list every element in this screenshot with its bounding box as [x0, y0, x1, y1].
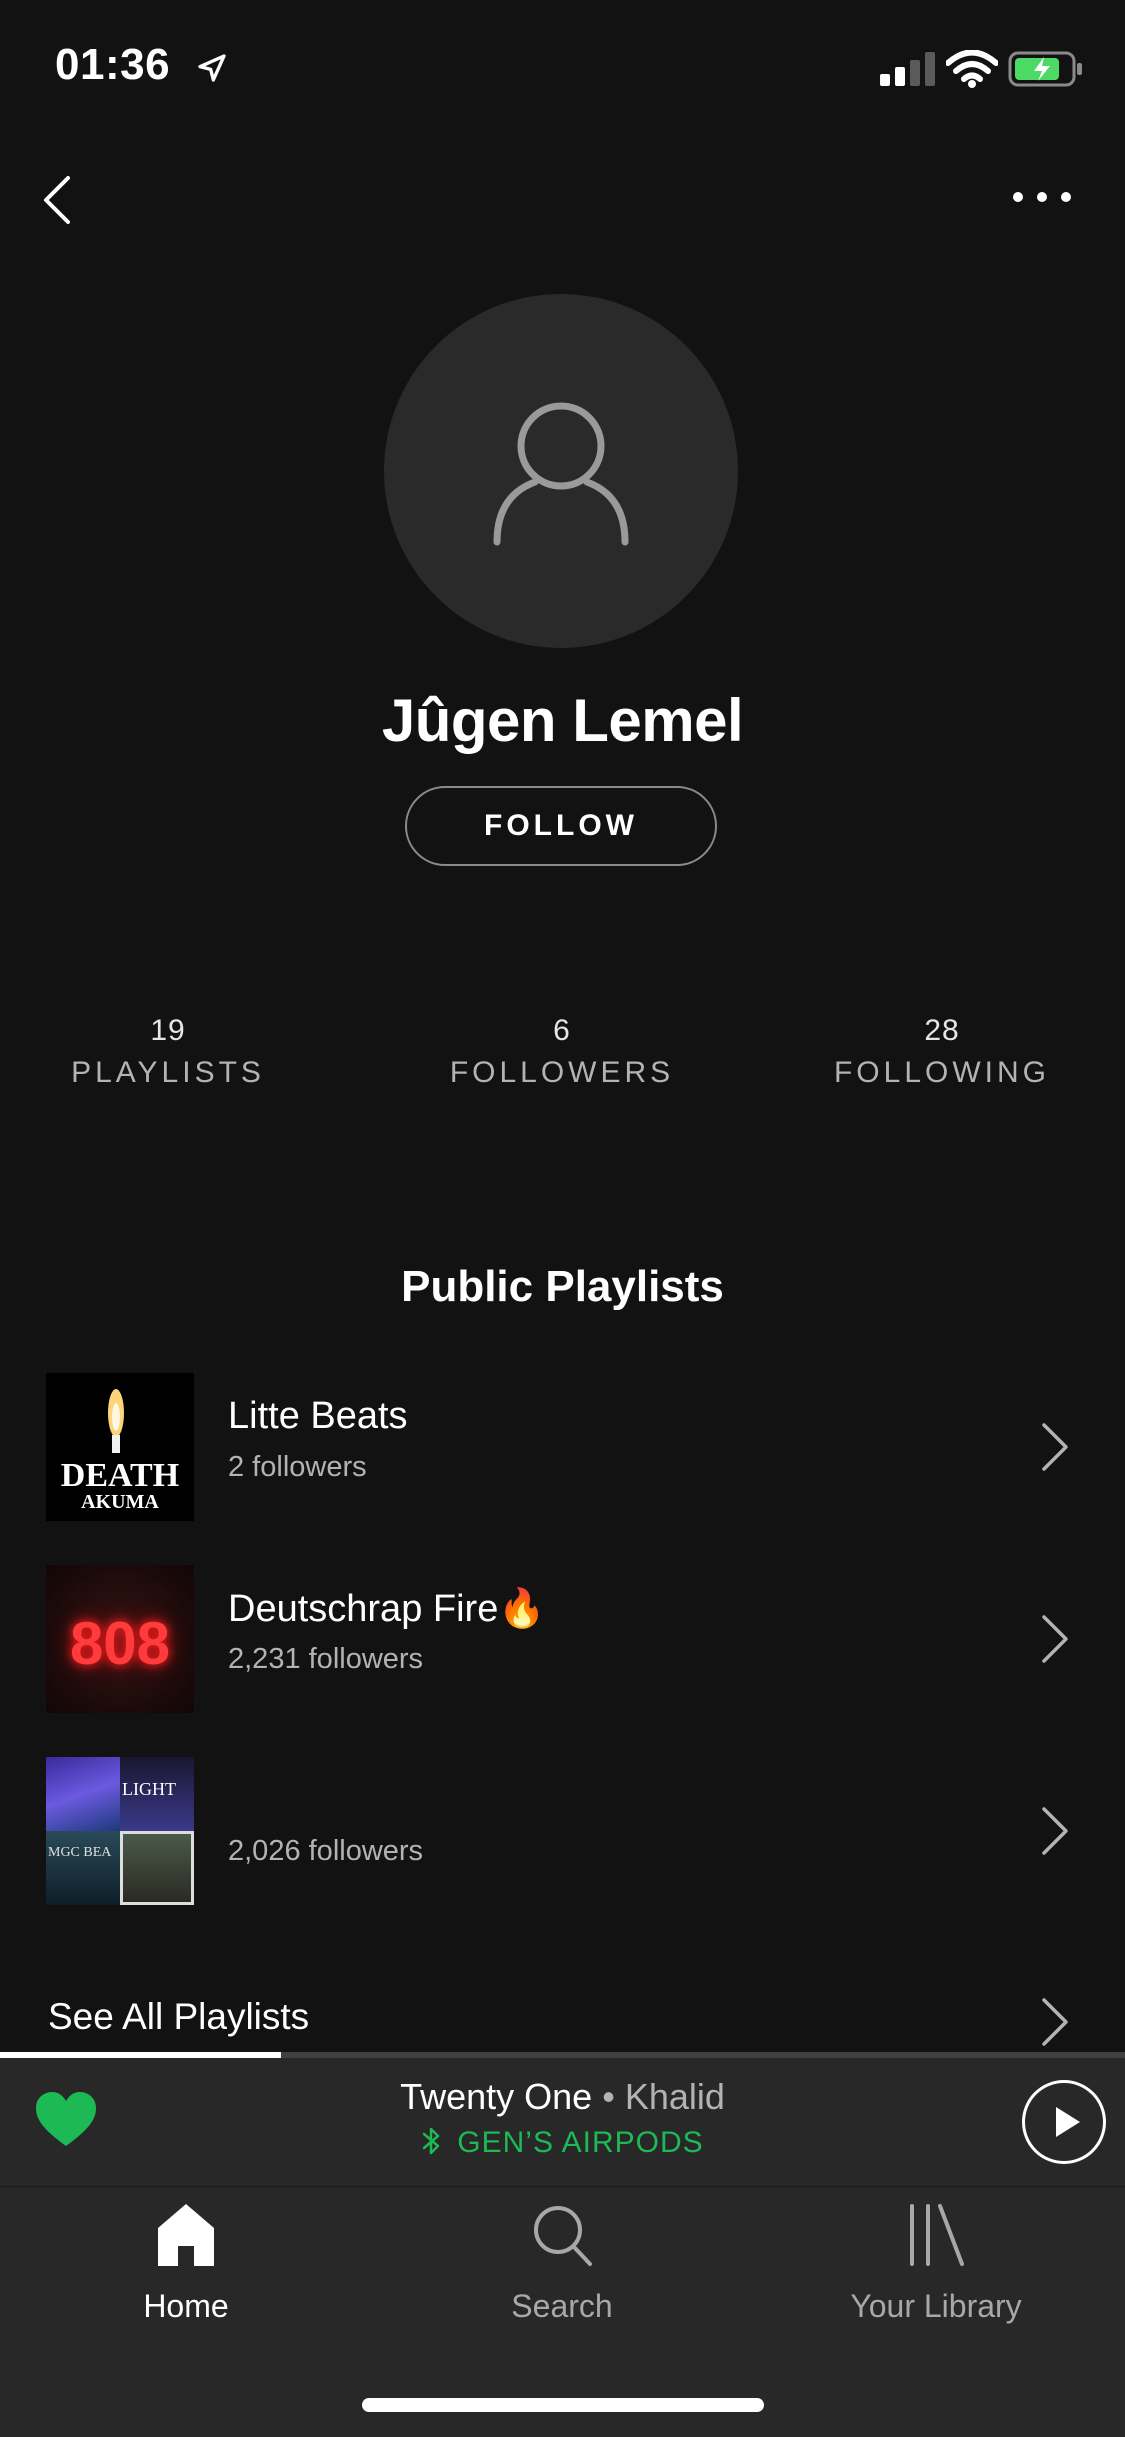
playlist-followers: 2,026 followers [228, 1835, 424, 1867]
battery-icon [1008, 51, 1082, 87]
library-icon [910, 2204, 964, 2266]
playlist-cover: DEATH AKUMA [46, 1373, 194, 1521]
stat-label: FOLLOWERS [449, 1056, 675, 1089]
stat-value: 6 [553, 1014, 571, 1047]
tab-label: Your Library [850, 2288, 1022, 2324]
cover-text: 808 [69, 1610, 171, 1677]
see-all-playlists-link[interactable]: See All Playlists [48, 1996, 309, 2038]
bluetooth-icon [423, 2127, 440, 2155]
search-icon [534, 2206, 592, 2266]
mosaic-tile [46, 1757, 120, 1831]
chevron-right-icon [1042, 1423, 1068, 1471]
playlist-followers: 2 followers [228, 1451, 367, 1483]
play-button[interactable] [1022, 2080, 1106, 2164]
tab-label: Home [143, 2288, 229, 2324]
playlist-cover: 808 [46, 1565, 194, 1713]
home-indicator [362, 2398, 764, 2412]
cover-text: DEATH [60, 1457, 180, 1494]
stat-value: 19 [150, 1014, 186, 1047]
home-icon [158, 2204, 214, 2266]
avatar [384, 294, 738, 648]
stat-followers[interactable]: 6 FOLLOWERS [412, 1014, 712, 1090]
chevron-right-icon [1042, 1807, 1068, 1855]
cover-subtext: AKUMA [81, 1491, 159, 1513]
stat-playlists[interactable]: 19 PLAYLISTS [18, 1014, 318, 1090]
chevron-right-icon [1042, 1615, 1068, 1663]
mosaic-text: MGC BEA [48, 1845, 112, 1860]
playlist-cover-mosaic: LIGHT MGC BEA [46, 1757, 194, 1905]
back-chevron-icon[interactable] [38, 172, 78, 228]
more-options-icon[interactable] [1010, 188, 1074, 206]
now-playing-title: Twenty One • Khalid [0, 2076, 1125, 2118]
playlist-row[interactable]: 808 Deutschrap Fire🔥 2,231 followers [0, 1565, 1125, 1715]
playlist-title: Deutschrap Fire🔥 [228, 1588, 546, 1630]
stat-label: PLAYLISTS [71, 1056, 265, 1089]
device-name: GEN’S AIRPODS [457, 2126, 704, 2159]
playback-progress-fill [0, 2052, 282, 2058]
connected-device[interactable]: GEN’S AIRPODS [0, 2126, 1125, 2160]
playlist-followers: 2,231 followers [228, 1643, 424, 1675]
playlist-title: Litte Beats [228, 1395, 408, 1437]
user-icon [493, 402, 629, 546]
status-time: 01:36 [55, 40, 171, 89]
follow-button[interactable]: FOLLOW [405, 786, 717, 866]
stat-following[interactable]: 28 FOLLOWING [792, 1014, 1092, 1090]
stat-label: FOLLOWING [833, 1056, 1050, 1089]
tab-label: Search [511, 2288, 613, 2324]
tab-home[interactable]: Home [36, 2200, 336, 2325]
play-icon [1056, 2107, 1080, 2137]
tab-your-library[interactable]: Your Library [786, 2200, 1086, 2325]
playlist-row[interactable]: LIGHT MGC BEA 2,026 followers [0, 1757, 1125, 1907]
mosaic-tile: LIGHT [120, 1757, 194, 1831]
mosaic-text: LIGHT [122, 1779, 176, 1799]
chevron-right-icon[interactable] [1038, 1994, 1072, 2050]
artist-name: Khalid [624, 2076, 725, 2117]
section-title: Public Playlists [401, 1262, 724, 1311]
mosaic-tile [120, 1831, 194, 1905]
cellular-signal-icon [880, 52, 935, 86]
track-name: Twenty One [400, 2076, 593, 2117]
stat-value: 28 [924, 1014, 960, 1047]
separator: • [592, 2076, 625, 2117]
wifi-icon [946, 50, 998, 88]
playlist-row[interactable]: DEATH AKUMA Litte Beats 2 followers [0, 1373, 1125, 1523]
mosaic-tile: MGC BEA [46, 1831, 120, 1905]
location-arrow-icon [198, 54, 226, 82]
profile-name: Jûgen Lemel [381, 687, 744, 754]
tab-search[interactable]: Search [412, 2200, 712, 2325]
